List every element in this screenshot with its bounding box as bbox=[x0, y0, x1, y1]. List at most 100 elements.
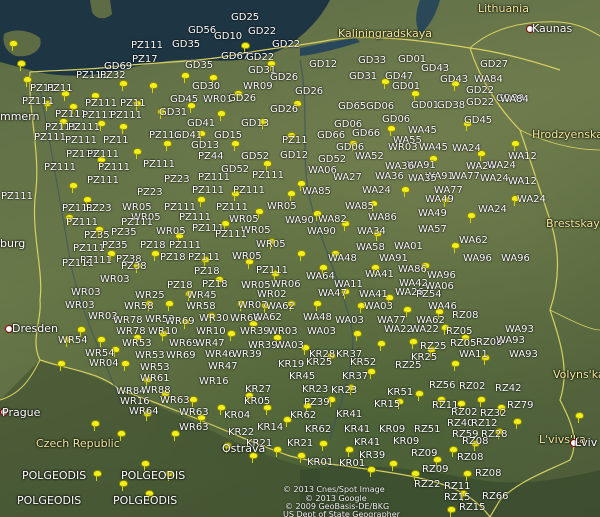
marker-label[interactable]: RZ11 bbox=[444, 482, 471, 492]
marker-label[interactable]: WA24 bbox=[452, 144, 481, 154]
marker-label[interactable]: RZ08 bbox=[452, 311, 479, 321]
marker-label[interactable]: RZ08 bbox=[457, 453, 484, 463]
marker-label[interactable]: GD52 bbox=[241, 152, 269, 162]
marker-label[interactable]: WR63 bbox=[160, 396, 190, 406]
marker-label[interactable]: RZ42 bbox=[495, 384, 522, 394]
marker-label[interactable]: WR10 bbox=[196, 327, 226, 337]
marker-label[interactable]: WA77 bbox=[451, 172, 480, 182]
marker-label[interactable]: WA01 bbox=[394, 242, 423, 252]
marker-label[interactable]: WA52 bbox=[355, 152, 384, 162]
marker-label[interactable]: KR62 bbox=[290, 411, 316, 421]
marker-label[interactable]: KR14 bbox=[257, 423, 283, 433]
marker-label[interactable]: PZ111 bbox=[34, 133, 66, 143]
marker-label[interactable]: WR58 bbox=[186, 302, 216, 312]
marker-label[interactable]: GD22 bbox=[248, 27, 276, 37]
marker-label[interactable]: KR23 bbox=[331, 386, 357, 396]
marker-label[interactable]: WR04 bbox=[89, 359, 119, 369]
marker-label[interactable]: KR27 bbox=[245, 385, 271, 395]
satellite-map[interactable]: GD25 GD56 GD10 GD22 GD35 GD22 PZ111 GD67 GD22 PZ1… bbox=[0, 0, 600, 517]
map-pin-icon[interactable] bbox=[296, 452, 306, 463]
map-pin-icon[interactable] bbox=[118, 123, 128, 134]
map-pin-icon[interactable] bbox=[56, 360, 66, 371]
marker-label[interactable]: WR53 bbox=[122, 339, 152, 349]
marker-label[interactable]: WA34 bbox=[357, 227, 386, 237]
marker-label[interactable]: WA36 bbox=[375, 172, 404, 182]
marker-label[interactable]: GD12 bbox=[280, 151, 308, 161]
marker-label[interactable]: PZ111 bbox=[110, 111, 142, 121]
marker-label[interactable]: GD13 bbox=[241, 119, 269, 129]
marker-label[interactable]: WA91 bbox=[379, 254, 408, 264]
marker-label[interactable]: KR25 bbox=[306, 358, 332, 368]
marker-label[interactable]: GD31 bbox=[159, 108, 187, 118]
marker-label[interactable]: PZ35 bbox=[102, 241, 128, 251]
marker-label[interactable]: WR58 bbox=[124, 302, 154, 312]
marker-label[interactable]: KR05 bbox=[244, 397, 270, 407]
marker-label[interactable]: WR03 bbox=[71, 288, 101, 298]
marker-label[interactable]: WA12 bbox=[508, 177, 537, 187]
marker-label[interactable]: KR01 bbox=[307, 458, 333, 468]
marker-label[interactable]: PZ111 bbox=[216, 203, 248, 213]
marker-label[interactable]: WA06 bbox=[425, 282, 454, 292]
marker-label[interactable]: KR01 bbox=[339, 459, 365, 469]
map-pin-icon[interactable] bbox=[318, 440, 328, 451]
marker-label[interactable]: WA96 bbox=[427, 271, 456, 281]
marker-label[interactable]: PZ111 bbox=[143, 160, 175, 170]
marker-label[interactable]: WA27 bbox=[333, 173, 362, 183]
marker-label[interactable]: RZ05 bbox=[446, 327, 473, 337]
marker-label[interactable]: GD45 bbox=[170, 95, 198, 105]
marker-label[interactable]: KR09 bbox=[393, 437, 419, 447]
map-pin-icon[interactable] bbox=[400, 186, 410, 197]
marker-label[interactable]: WR53 bbox=[135, 351, 165, 361]
marker-label[interactable]: WA24 bbox=[487, 161, 516, 171]
marker-label[interactable]: WR53 bbox=[140, 363, 170, 373]
marker-label[interactable]: GD22 bbox=[466, 86, 494, 96]
marker-label[interactable]: WA86 bbox=[368, 213, 397, 223]
marker-label[interactable]: WA62 bbox=[266, 302, 295, 312]
map-pin-icon[interactable] bbox=[466, 212, 476, 223]
marker-label[interactable]: WA03 bbox=[307, 327, 336, 337]
marker-label[interactable]: PZ11 bbox=[120, 99, 146, 109]
marker-label[interactable]: RZ02 bbox=[459, 382, 486, 392]
marker-label[interactable]: WA49 bbox=[418, 209, 447, 219]
marker-label[interactable]: KR22 bbox=[228, 428, 254, 438]
marker-label[interactable]: KR04 bbox=[224, 411, 250, 421]
marker-label[interactable]: WR39 bbox=[240, 327, 270, 337]
marker-label[interactable]: WA24 bbox=[480, 174, 509, 184]
marker-label[interactable]: PZ11 bbox=[103, 136, 129, 146]
marker-label[interactable]: WR78 bbox=[116, 327, 146, 337]
marker-label[interactable]: PZ111 bbox=[66, 218, 98, 228]
marker-label[interactable]: WA64 bbox=[306, 272, 335, 282]
marker-label[interactable]: RZ56 bbox=[429, 381, 456, 391]
marker-label[interactable]: WA90 bbox=[285, 216, 314, 226]
map-pin-icon[interactable] bbox=[8, 40, 18, 51]
marker-label[interactable]: KR21 bbox=[287, 439, 313, 449]
marker-label[interactable]: GD06 bbox=[366, 102, 394, 112]
marker-label[interactable]: GD38 bbox=[437, 101, 465, 111]
map-pin-icon[interactable] bbox=[366, 466, 376, 477]
marker-label[interactable]: PZ111 bbox=[215, 230, 247, 240]
marker-label[interactable]: PZ111 bbox=[87, 150, 119, 160]
marker-label[interactable]: WA57 bbox=[418, 225, 447, 235]
marker-label[interactable]: WA84 bbox=[500, 95, 529, 105]
marker-label[interactable]: KR41 bbox=[336, 410, 362, 420]
marker-label[interactable]: PZ11 bbox=[282, 136, 308, 146]
map-pin-icon[interactable] bbox=[450, 360, 460, 371]
marker-label[interactable]: WR25 bbox=[135, 291, 165, 301]
map-pin-icon[interactable] bbox=[170, 430, 180, 441]
marker-label[interactable]: GD06 bbox=[382, 115, 410, 125]
marker-label[interactable]: RZ25 bbox=[395, 361, 422, 371]
marker-label[interactable]: PZ111 bbox=[233, 186, 265, 196]
marker-label[interactable]: WR03 bbox=[100, 275, 130, 285]
marker-label[interactable]: WR16 bbox=[199, 377, 229, 387]
marker-label[interactable]: GD01 bbox=[411, 101, 439, 111]
marker-label[interactable]: GD01 bbox=[392, 82, 420, 92]
marker-label[interactable]: WR02 bbox=[257, 290, 287, 300]
marker-label[interactable]: PZ111 bbox=[252, 171, 284, 181]
marker-label[interactable]: WR03 bbox=[65, 301, 95, 311]
marker-label[interactable]: RZ09 bbox=[422, 465, 449, 475]
map-pin-icon[interactable] bbox=[448, 446, 458, 457]
map-pin-icon[interactable] bbox=[196, 196, 206, 207]
marker-label[interactable]: WA03 bbox=[364, 302, 393, 312]
marker-label[interactable]: GD35 bbox=[172, 40, 200, 50]
marker-label[interactable]: WA62 bbox=[253, 313, 282, 323]
